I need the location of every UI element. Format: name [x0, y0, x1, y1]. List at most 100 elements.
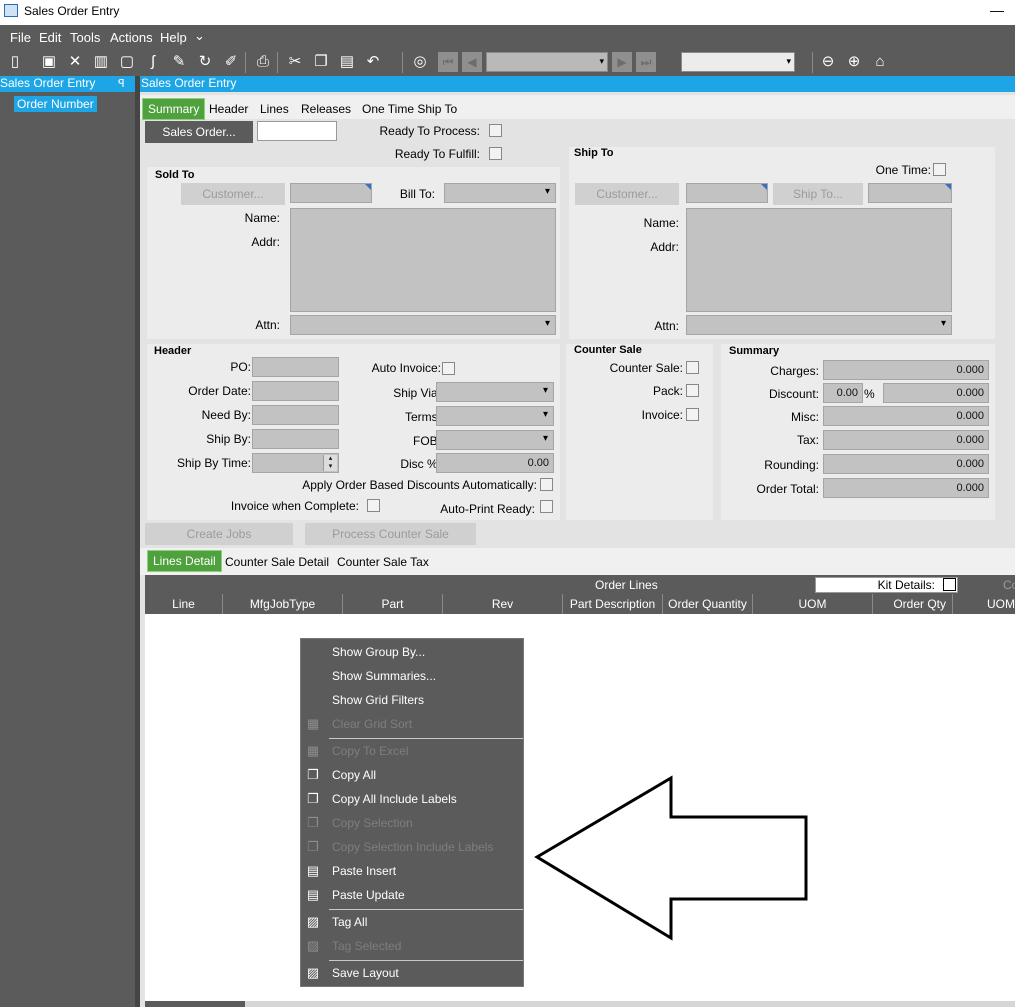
- ship-to-customer-button[interactable]: Customer...: [575, 183, 679, 205]
- tab-releases[interactable]: Releases: [301, 102, 351, 116]
- back-icon[interactable]: ⊖: [819, 53, 837, 71]
- need-by-input[interactable]: [252, 405, 339, 425]
- tab-one-time-ship-to[interactable]: One Time Ship To: [362, 102, 457, 116]
- col-order-qty[interactable]: Order Qty: [873, 594, 953, 614]
- tab-header[interactable]: Header: [209, 102, 248, 116]
- col-uom[interactable]: UOM: [753, 594, 873, 614]
- counter-sale-checkbox[interactable]: [686, 361, 699, 374]
- tab-counter-sale-detail[interactable]: Counter Sale Detail: [225, 555, 329, 569]
- menu-item-copy-all-include-labels[interactable]: ❐ Copy All Include Labels: [301, 789, 523, 811]
- last-record-button[interactable]: ⏭: [636, 52, 656, 72]
- ship-by-time-spinner[interactable]: ▴ ▾: [252, 453, 339, 473]
- discount-pct-input[interactable]: 0.00: [823, 383, 863, 403]
- menu-actions[interactable]: Actions: [110, 30, 153, 45]
- ready-to-fulfill-checkbox[interactable]: [489, 147, 502, 160]
- col-line[interactable]: Line: [145, 594, 223, 614]
- col-rev[interactable]: Rev: [443, 594, 563, 614]
- tab-summary[interactable]: Summary: [142, 98, 206, 120]
- ship-to-button[interactable]: Ship To...: [773, 183, 863, 205]
- tab-lines[interactable]: Lines: [260, 102, 289, 116]
- col-part[interactable]: Part: [343, 594, 443, 614]
- bill-to-select[interactable]: [444, 183, 556, 203]
- forward-icon[interactable]: ⊕: [845, 53, 863, 71]
- menu-item-show-grid-filters[interactable]: Show Grid Filters: [301, 690, 523, 712]
- clear-icon[interactable]: ✐: [222, 53, 240, 71]
- ship-by-input[interactable]: [252, 429, 339, 449]
- menu-item-copy-all[interactable]: ❐ Copy All: [301, 765, 523, 787]
- new-icon[interactable]: ▯: [6, 53, 24, 71]
- ship-to-attn-select[interactable]: [686, 315, 952, 335]
- menu-item-show-group-by[interactable]: Show Group By...: [301, 642, 523, 664]
- delete-icon[interactable]: ✕: [66, 53, 84, 71]
- minimize-button[interactable]: —: [990, 2, 1004, 18]
- tab-lines-detail[interactable]: Lines Detail: [147, 550, 222, 572]
- tree-node-order-number[interactable]: Order Number: [14, 96, 97, 112]
- one-time-checkbox[interactable]: [933, 163, 946, 176]
- auto-invoice-checkbox[interactable]: [442, 362, 455, 375]
- ship-to-address-box[interactable]: [686, 208, 952, 312]
- menu-item-copy-selection-include-labels: ❐ Copy Selection Include Labels: [301, 837, 523, 859]
- print-icon[interactable]: ⎙: [254, 53, 272, 71]
- col-mfgjobtype[interactable]: MfgJobType: [223, 594, 343, 614]
- menu-item-show-summaries[interactable]: Show Summaries...: [301, 666, 523, 688]
- save-icon[interactable]: ▣: [40, 53, 58, 71]
- po-input[interactable]: [252, 357, 339, 377]
- home-icon[interactable]: ⌂: [871, 53, 889, 71]
- create-jobs-button[interactable]: Create Jobs: [145, 523, 293, 545]
- sold-to-address-box[interactable]: [290, 208, 556, 312]
- apply-discounts-checkbox[interactable]: [540, 478, 553, 491]
- scrollbar-thumb[interactable]: [145, 1001, 245, 1007]
- terms-select[interactable]: [436, 406, 554, 426]
- book-icon[interactable]: ▥: [92, 53, 110, 71]
- tab-counter-sale-tax[interactable]: Counter Sale Tax: [337, 555, 429, 569]
- ship-via-select[interactable]: [436, 382, 554, 402]
- note-icon[interactable]: ▢: [118, 53, 136, 71]
- col-part-description[interactable]: Part Description: [563, 594, 663, 614]
- menu-edit[interactable]: Edit: [39, 30, 61, 45]
- sold-to-attn-select[interactable]: [290, 315, 556, 335]
- menu-item-save-layout[interactable]: ▨ Save Layout: [301, 963, 523, 985]
- copy-icon[interactable]: ❐: [312, 53, 330, 71]
- invoice-checkbox[interactable]: [686, 408, 699, 421]
- sold-to-customer-input[interactable]: [290, 183, 372, 203]
- order-date-input[interactable]: [252, 381, 339, 401]
- menu-item-paste-update[interactable]: ▤ Paste Update: [301, 885, 523, 907]
- menu-help[interactable]: Help: [160, 30, 187, 45]
- pin-icon[interactable]: ꟼ: [118, 77, 125, 90]
- paste-icon[interactable]: ▤: [338, 53, 356, 71]
- disc-pct-input[interactable]: 0.00: [436, 453, 554, 473]
- col-order-quantity[interactable]: Order Quantity: [663, 594, 753, 614]
- col-uom-2[interactable]: UOM: [953, 594, 1015, 614]
- invoice-when-complete-checkbox[interactable]: [367, 499, 380, 512]
- ship-to-customer-input[interactable]: [686, 183, 768, 203]
- first-record-button[interactable]: ⏮: [438, 52, 458, 72]
- sold-to-customer-button[interactable]: Customer...: [181, 183, 285, 205]
- menu-item-paste-insert[interactable]: ▤ Paste Insert: [301, 861, 523, 883]
- auto-print-ready-checkbox[interactable]: [540, 500, 553, 513]
- menu-file[interactable]: File: [10, 30, 31, 45]
- process-counter-sale-button[interactable]: Process Counter Sale: [305, 523, 476, 545]
- cut-icon[interactable]: ✂: [286, 53, 304, 71]
- search-combo[interactable]: ▾: [681, 52, 795, 72]
- grid-horizontal-scrollbar[interactable]: [145, 1001, 1015, 1007]
- attach-icon[interactable]: ✎: [170, 53, 188, 71]
- pack-checkbox[interactable]: [686, 384, 699, 397]
- undo-icon[interactable]: ↶: [364, 53, 382, 71]
- menu-item-tag-all[interactable]: ▨ Tag All: [301, 912, 523, 934]
- prev-record-button[interactable]: ◀: [462, 52, 482, 72]
- next-record-button[interactable]: ▶: [612, 52, 632, 72]
- phone-icon[interactable]: ʃ: [144, 53, 162, 71]
- spinner-arrows-icon[interactable]: ▴ ▾: [323, 455, 337, 471]
- fob-select[interactable]: [436, 430, 554, 450]
- record-navigator-combo[interactable]: ▾: [486, 52, 608, 72]
- kit-details-checkbox[interactable]: [943, 578, 956, 591]
- sales-order-input[interactable]: [257, 121, 337, 141]
- sales-order-button[interactable]: Sales Order...: [145, 121, 253, 143]
- ship-to-input[interactable]: [868, 183, 952, 203]
- refresh-icon[interactable]: ↻: [196, 53, 214, 71]
- binoculars-icon[interactable]: ◎: [411, 53, 429, 71]
- menu-more-icon[interactable]: ⌄: [194, 28, 205, 44]
- menu-tools[interactable]: Tools: [70, 30, 100, 45]
- grid-body[interactable]: [145, 614, 1015, 1007]
- ready-to-process-checkbox[interactable]: [489, 124, 502, 137]
